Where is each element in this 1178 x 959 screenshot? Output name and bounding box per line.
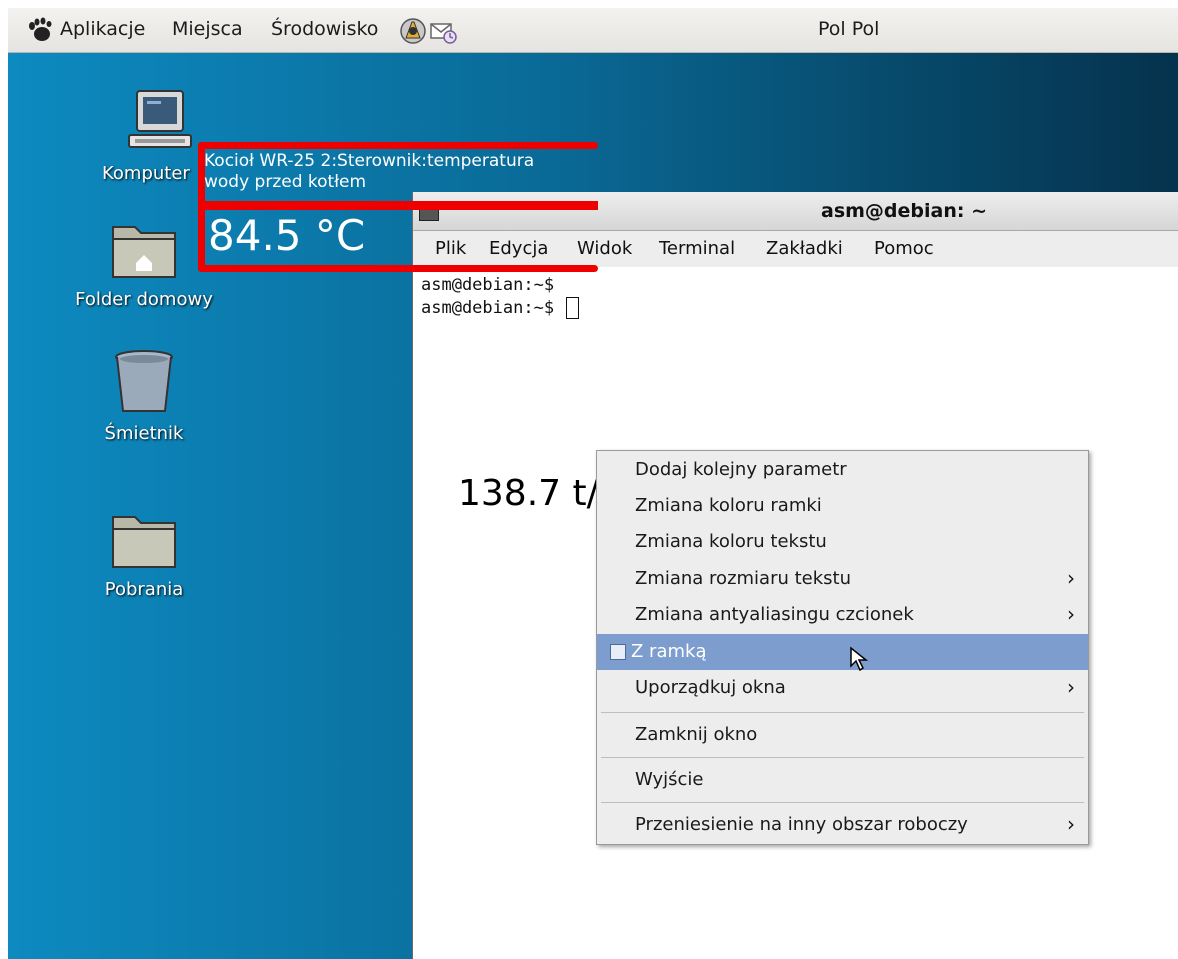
system-menu[interactable]: Środowisko [271, 18, 378, 40]
trash-icon [115, 350, 173, 412]
widget-title-line: Kocioł WR-25 2:Sterownik:temperatura [204, 151, 535, 171]
submenu-arrow-icon: › [1067, 566, 1075, 590]
menu-separator [601, 712, 1084, 713]
menu-item-label: Uporządkuj okna [635, 677, 786, 698]
widget-title: Kocioł WR-25 2:Sterownik:temperatura wod… [204, 151, 604, 193]
menu-help[interactable]: Pomoc [874, 238, 934, 259]
menu-item-label: Przeniesienie na inny obszar roboczy [635, 814, 968, 835]
window-title: asm@debian: ~ [821, 200, 988, 222]
keyboard-layout-indicator[interactable]: Pol Pol [818, 18, 879, 40]
menu-item-label: Dodaj kolejny parametr [635, 459, 847, 480]
menu-item-close-window[interactable]: Zamknij okno [597, 717, 1088, 753]
places-menu[interactable]: Miejsca [172, 18, 243, 40]
folder-icon [112, 516, 176, 568]
desktop-icon-label: Śmietnik [104, 423, 184, 444]
menu-item-with-frame[interactable]: Z ramką [597, 634, 1088, 672]
menu-item-arrange-windows[interactable]: Uporządkuj okna › [597, 670, 1088, 706]
menu-item-font-antialiasing[interactable]: Zmiana antyaliasingu czcionek › [597, 597, 1088, 633]
menu-item-label: Zmiana antyaliasingu czcionek [635, 604, 914, 625]
terminal-line: asm@debian:~$ [421, 297, 580, 320]
widget-value: 84.5 °C [208, 211, 366, 260]
menu-item-text-size[interactable]: Zmiana rozmiaru tekstu › [597, 561, 1088, 597]
menu-item-move-to-workspace[interactable]: Przeniesienie na inny obszar roboczy › [597, 807, 1088, 843]
context-menu: Dodaj kolejny parametr Zmiana koloru ram… [596, 450, 1089, 845]
desktop-icon-downloads[interactable]: Pobrania [84, 509, 204, 600]
widget-frame-top [198, 142, 598, 149]
menu-separator [601, 802, 1084, 803]
menu-item-label: Zmiana rozmiaru tekstu [635, 568, 852, 589]
submenu-arrow-icon: › [1067, 602, 1075, 626]
menu-terminal[interactable]: Terminal [659, 238, 735, 259]
menu-edit[interactable]: Edycja [489, 238, 548, 259]
menu-bookmarks[interactable]: Zakładki [766, 238, 843, 259]
terminal-cursor [566, 297, 580, 319]
gnome-foot-icon[interactable] [26, 17, 54, 43]
terminal-line: asm@debian:~$ [421, 275, 555, 295]
terminal-prompt: asm@debian:~$ [421, 298, 555, 318]
menu-item-label: Zmiana koloru ramki [635, 495, 822, 516]
terminal-menubar: Plik Edycja Widok Terminal Zakładki Pomo… [413, 231, 1178, 267]
menu-item-frame-color[interactable]: Zmiana koloru ramki [597, 488, 1088, 524]
submenu-arrow-icon: › [1067, 675, 1075, 699]
home-folder-icon [112, 226, 176, 278]
menu-file[interactable]: Plik [435, 238, 466, 259]
web-browser-launcher-icon[interactable] [398, 16, 428, 46]
menu-item-label: Zmiana koloru tekstu [635, 531, 827, 552]
desktop-icon-label: Pobrania [104, 579, 184, 600]
submenu-arrow-icon: › [1067, 812, 1075, 836]
terminal-titlebar[interactable]: asm@debian: ~ [413, 192, 1178, 231]
menu-item-exit[interactable]: Wyjście [597, 762, 1088, 798]
mail-client-launcher-icon[interactable] [428, 16, 458, 46]
menu-view[interactable]: Widok [577, 238, 632, 259]
menu-item-label: Wyjście [635, 769, 704, 790]
widget-frame-bottom [198, 265, 598, 272]
checkbox-icon[interactable] [610, 644, 626, 660]
menu-item-label: Z ramką [631, 641, 707, 662]
menu-separator [601, 757, 1084, 758]
menu-item-label: Zamknij okno [635, 724, 758, 745]
menu-item-add-parameter[interactable]: Dodaj kolejny parametr [597, 452, 1088, 488]
computer-icon [128, 90, 192, 148]
top-panel: Aplikacje Miejsca Środowisko Pol Pol [8, 8, 1178, 53]
desktop-icon-label: Folder domowy [75, 289, 213, 310]
applications-menu[interactable]: Aplikacje [60, 18, 145, 40]
terminal-output[interactable]: asm@debian:~$ asm@debian:~$ [421, 274, 580, 320]
mouse-pointer-icon [850, 646, 869, 672]
widget-frame-divider [198, 201, 598, 210]
widget-title-line: wody przed kotłem [204, 172, 367, 192]
desktop-icon-trash[interactable]: Śmietnik [84, 349, 204, 444]
menu-item-text-color[interactable]: Zmiana koloru tekstu [597, 524, 1088, 560]
